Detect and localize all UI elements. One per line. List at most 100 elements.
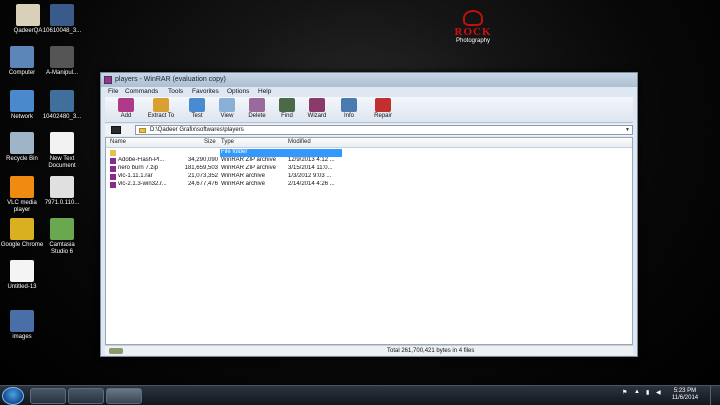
desktop-icon[interactable]: Untitled-13 [0,260,44,291]
tray-network-icon[interactable]: ▮ [646,389,649,396]
logo-mark-icon [463,10,483,26]
toolbar-button-label: View [220,113,234,119]
desktop-icon-image-icon [50,46,74,68]
add-icon [118,98,134,112]
desktop-icon-label: Untitled-13 [7,284,37,290]
desktop-icon-image-icon [50,4,74,26]
desktop-icon-image-icon [50,218,74,240]
desktop-icon[interactable]: New Text Document [40,132,84,170]
toolbar-extract-to-button[interactable]: Extract To [143,98,179,122]
column-type[interactable]: Type [221,139,234,145]
desktop-icon-label: Camtasia Studio 6 [49,242,75,255]
toolbar-find-button[interactable]: Find [273,98,301,122]
cell-type: WinRAR archive [221,173,266,179]
table-row[interactable]: .. File folder [106,149,632,157]
desktop-icon-label: Network [10,114,33,120]
cell-modified: 3/15/2014 11:0... [288,165,333,171]
clock[interactable]: 5:23 PM 11/6/2014 [668,388,702,402]
menu-help[interactable]: Help [258,88,271,95]
table-row[interactable]: vlc-2.1.3-win32.r... 24,677,476 WinRAR arc… [106,181,632,189]
tray-arrow-icon[interactable]: ▲ [634,389,640,395]
desktop-icon[interactable]: Network [0,90,44,121]
show-desktop-button[interactable] [710,386,720,405]
desktop-icon-label: images [12,334,32,340]
desktop-icon[interactable]: 7971.0.110... [40,176,84,207]
desktop-icon-label: Computer [8,70,36,76]
cell-name: .. [118,149,122,155]
menu-file[interactable]: File [108,88,118,95]
toolbar-test-button[interactable]: Test [183,98,211,122]
menu-bar: File Commands Tools Favorites Options He… [105,87,633,97]
desktop-icon-image-icon [10,176,34,198]
start-button[interactable] [2,387,24,405]
winrar-window[interactable]: players - WinRAR (evaluation copy) File … [100,72,638,357]
desktop-icon[interactable]: Google Chrome [0,218,44,249]
desktop-icon-label: Google Chrome [0,242,44,248]
desktop-icon[interactable]: images [0,310,44,341]
taskbar-chrome-button[interactable] [30,388,66,404]
window-title: players - WinRAR (evaluation copy) [115,76,226,83]
desktop-icon-label: 10402480_3... [42,114,82,120]
status-text: Total 261,700,421 bytes in 4 files [387,348,475,354]
desktop-icon[interactable]: Camtasia Studio 6 [40,218,84,256]
toolbar-button-label: Repair [374,113,392,119]
cell-size: 181,659,503 [184,165,218,171]
up-one-level-icon[interactable] [111,126,121,134]
toolbar-wizard-button[interactable]: Wizard [303,98,331,122]
menu-commands[interactable]: Commands [125,88,158,95]
desktop-icon[interactable]: A-Manipul... [40,46,84,77]
table-row[interactable]: nero burn 7.zip 181,659,503 WinRAR ZIP arc… [106,165,632,173]
cell-type: WinRAR ZIP archive [221,165,276,171]
cell-size: 21,073,352 [187,173,218,179]
desktop-icon-image-icon [10,90,34,112]
desktop-icon[interactable]: 10402480_3... [40,90,84,121]
toolbar-view-button[interactable]: View [213,98,241,122]
menu-options[interactable]: Options [227,88,249,95]
desktop-icon-image-icon [50,132,74,154]
desktop-icon-image-icon [10,260,34,282]
test-icon [189,98,205,112]
desktop-icon[interactable]: Computer [0,46,44,77]
view-icon [219,98,235,112]
desktop-icon-image-icon [16,4,40,26]
toolbar-button-label: Find [281,113,293,119]
file-list[interactable]: Name Size Type Modified .. File folder Ado… [105,137,633,345]
desktop-icon[interactable]: VLC media player [0,176,44,214]
cell-name: vlc-2.1.3-win32.r... [118,181,167,187]
clock-date: 11/6/2014 [671,395,699,401]
desktop-icon-image-icon [10,218,34,240]
status-bar: Total 261,700,421 bytes in 4 files [105,345,633,355]
table-row[interactable]: Adobe-Flash-Pl... 34,290,090 WinRAR ZIP ar… [106,157,632,165]
chevron-down-icon[interactable]: ▼ [625,127,630,133]
desktop-icon-image-icon [50,90,74,112]
cell-modified: 2/14/2014 4:26 ... [288,181,335,187]
toolbar-delete-button[interactable]: Delete [243,98,271,122]
archive-icon [110,182,116,188]
menu-favorites[interactable]: Favorites [192,88,219,95]
find-icon [279,98,295,112]
window-titlebar[interactable]: players - WinRAR (evaluation copy) [101,73,637,87]
cell-size: 24,677,476 [187,181,218,187]
toolbar-repair-button[interactable]: Repair [369,98,397,122]
toolbar-info-button[interactable]: Info [335,98,363,122]
desktop-icon-image-icon [10,310,34,332]
toolbar-add-button[interactable]: Add [112,98,140,122]
column-name[interactable]: Name [110,139,126,145]
tray-volume-icon[interactable]: ◀ [656,389,661,396]
column-modified[interactable]: Modified [288,139,311,145]
folder-icon [110,150,116,156]
taskbar-explorer-button[interactable] [68,388,104,404]
cell-modified: 12/9/2013 4:12 ... [288,157,335,163]
address-field[interactable]: D:\Qadeer Grafix\softwares\players ▼ [135,125,633,135]
column-size[interactable]: Size [204,139,216,145]
extract-to-icon [153,98,169,112]
cell-type: WinRAR ZIP archive [221,157,276,163]
desktop-icon[interactable]: Recycle Bin [0,132,44,163]
desktop-icon-image-icon [50,176,74,198]
table-row[interactable]: vlc-1.11.1.rar 21,073,352 WinRAR archive 1/… [106,173,632,181]
archive-icon [110,174,116,180]
desktop-icon[interactable]: 10610048_3... [40,4,84,35]
taskbar-winrar-button[interactable] [106,388,142,404]
menu-tools[interactable]: Tools [168,88,183,95]
tray-flag-icon[interactable]: ⚑ [622,389,627,396]
